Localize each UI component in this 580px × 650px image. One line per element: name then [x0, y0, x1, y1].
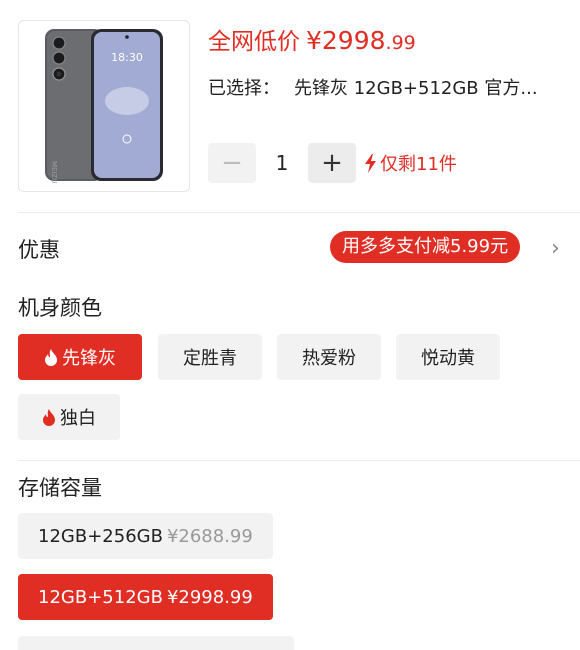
color-option-white[interactable]: 独白	[18, 394, 120, 440]
increase-button[interactable]: +	[308, 143, 356, 183]
color-option-yellow[interactable]: 悦动黄	[396, 334, 500, 380]
storage-option-partial[interactable]	[18, 636, 294, 650]
chevron-right-icon[interactable]: ›	[551, 236, 560, 261]
storage-option-label: 12GB+256GB	[38, 525, 163, 547]
color-option-label: 独白	[60, 408, 96, 429]
storage-option-256[interactable]: 12GB+256GB ¥2688.99	[18, 513, 273, 559]
screen-time: 18:30	[111, 51, 143, 64]
color-option-pioneer-gray[interactable]: 先锋灰	[18, 334, 142, 380]
color-option-label: 先锋灰	[62, 348, 116, 369]
divider	[18, 212, 580, 213]
color-option-pink[interactable]: 热爱粉	[277, 334, 381, 380]
product-thumbnail[interactable]: MEIZU 18:30	[18, 20, 190, 192]
flame-icon	[44, 348, 58, 366]
price-line: 全网低价 ¥2998.99	[208, 22, 416, 56]
decrease-button[interactable]: −	[208, 143, 256, 183]
storage-option-price: ¥2688.99	[166, 525, 253, 547]
price-prefix: 全网低价	[208, 29, 300, 55]
stock-text: 仅剩11件	[380, 154, 457, 175]
promo-row[interactable]: 优惠 用多多支付减5.99元 ›	[0, 214, 580, 280]
flame-icon	[42, 408, 56, 426]
quantity-value[interactable]: 1	[256, 151, 308, 175]
storage-option-price: ¥2998.99	[166, 586, 253, 608]
price-decimal: .99	[385, 32, 416, 54]
quantity-stepper: − 1 + 仅剩11件	[208, 143, 457, 183]
flash-icon	[365, 153, 376, 173]
color-section-title: 机身颜色	[18, 296, 102, 320]
color-option-label: 悦动黄	[421, 348, 475, 369]
brand-mark: MEIZU	[50, 161, 58, 183]
divider	[18, 460, 580, 461]
selected-label: 已选择：	[208, 78, 280, 99]
promo-title: 优惠	[18, 238, 60, 262]
product-summary: MEIZU 18:30 全网低价 ¥2998.99 已选择： 先锋灰 12GB+51…	[0, 0, 580, 212]
promo-badge[interactable]: 用多多支付减5.99元	[330, 231, 521, 263]
price-main: ¥2998	[306, 26, 386, 55]
stock-notice: 仅剩11件	[364, 150, 457, 176]
storage-option-512[interactable]: 12GB+512GB ¥2998.99	[18, 574, 273, 620]
storage-option-label: 12GB+512GB	[38, 586, 163, 608]
color-option-label: 热爱粉	[302, 348, 356, 369]
selected-value: 先锋灰 12GB+512GB 官方...	[294, 78, 538, 99]
storage-section-title: 存储容量	[18, 476, 102, 500]
selected-variant: 已选择： 先锋灰 12GB+512GB 官方...	[208, 74, 568, 100]
color-option-green[interactable]: 定胜青	[158, 334, 262, 380]
phone-image: MEIZU 18:30	[45, 29, 163, 183]
color-option-label: 定胜青	[183, 348, 237, 369]
